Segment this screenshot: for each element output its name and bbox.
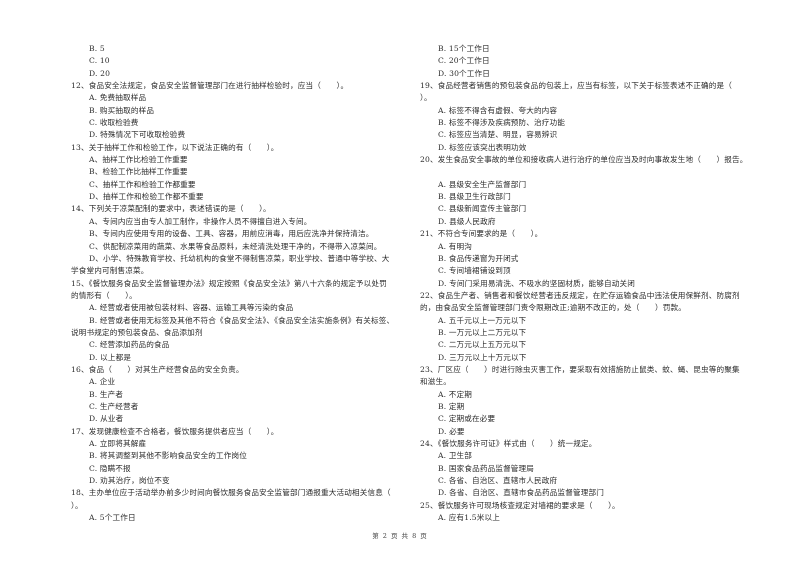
answer-option: D、小学、特殊教育学校、托幼机构的食堂不得制售凉菜，职业学校、普通中等学校、大	[89, 253, 390, 263]
answer-option: A. 有明沟	[438, 241, 472, 251]
question-continuation: 的，由食品安全监督管理部门责令限期改正;逾期不改正的，处（ ）罚款。	[420, 303, 686, 313]
answer-option: A. 卫生部	[438, 451, 472, 461]
answer-option: A. 立即将其解雇	[89, 439, 147, 448]
answer-option: B、检验工作比抽样工作重要	[89, 167, 188, 177]
answer-option: B. 县级卫生行政部门	[438, 192, 511, 202]
answer-option: D、抽样工作和检验工作都不重要	[89, 192, 204, 202]
answer-option: D. 必要	[438, 426, 465, 436]
answer-option: C. 标签应当清楚、明显，容易辨识	[438, 130, 558, 140]
answer-option: B. 将其调整到其他不影响食品安全的工作岗位	[89, 451, 247, 461]
answer-option: B. 定期	[438, 401, 465, 411]
answer-option: C. 专间墙裙铺设到顶	[438, 266, 511, 276]
answer-option: C. 各省、自治区、直辖市人民政府	[438, 476, 558, 486]
answer-option: D. 特殊情况下可收取检验费	[89, 130, 186, 140]
answer-option: D. 县级人民政府	[438, 216, 496, 226]
answer-option: D. 各省、自治区、直辖市食品药品监督管理部门	[438, 488, 604, 498]
answer-option: D. 三万元以上十万元以下	[438, 352, 527, 362]
question-stem: 23、厂区应（ ）时进行除虫灭害工作，要采取有效措施防止鼠类、蚊、蝇、昆虫等的聚…	[420, 364, 740, 374]
question-stem: 24、《餐饮服务许可证》样式由（ ）统一规定。	[420, 439, 597, 448]
answer-option: D. 标签应该突出表明功效	[438, 142, 527, 152]
answer-option: D. 劝其治疗，岗位不变	[89, 476, 170, 486]
answer-option: C. 隐瞒不报	[89, 463, 131, 473]
answer-option: A. 5个工作日	[89, 513, 136, 523]
answer-option: B. 食品传递窗为开闭式	[438, 253, 519, 263]
question-stem: 22、食品生产者、销售者和餐饮经营者违反规定，在贮存运输食品中违法使用保鲜剂、防…	[420, 290, 740, 300]
answer-option: B. 一万元以上二万元以下	[438, 327, 527, 337]
answer-option: B. 生产者	[89, 389, 124, 399]
question-continuation: 说明书规定的预包装食品、食品添加剂	[71, 327, 203, 337]
answer-option: B. 购买抽取的样品	[89, 105, 155, 115]
answer-option: A. 免费抽取样品	[89, 93, 147, 103]
answer-option: D. 20	[89, 68, 111, 78]
question-continuation: 和滋生。	[420, 377, 451, 387]
answer-option: B. 标签不得涉及疾病预防、治疗功能	[438, 118, 566, 128]
answer-option: C. 10	[89, 56, 110, 66]
question-continuation: ）。	[420, 93, 432, 103]
question-continuation: ）。	[71, 500, 83, 510]
answer-option: A. 标签不得含有虚假、夸大的内容	[438, 105, 558, 115]
question-stem: 19、食品经营者销售的预包装食品的包装上，应当有标签，以下关于标签表述不正确的是…	[420, 81, 732, 91]
question-stem: 20、发生食品安全事故的单位和接收病人进行治疗的单位应当及时向事故发生地（ ）报…	[420, 155, 748, 165]
answer-option: D. 30个工作日	[438, 68, 491, 78]
answer-option: A. 经营或者使用被包装材料、容器、运输工具等污染的食品	[89, 303, 294, 313]
question-stem: 21、不符合专间要求的是（ ）。	[420, 229, 543, 239]
answer-option: A. 县级安全生产监督部门	[438, 179, 527, 189]
answer-option: A、专间内应当由专人加工制作，非操作人员不得擅自进入专间。	[89, 216, 312, 226]
question-continuation: 的情形有（ ）。	[71, 290, 137, 300]
answer-option: B、专间内应使用专用的设备、工具、容器，用前应消毒，用后应洗净并保持清洁。	[89, 229, 374, 239]
right-column: B. 15个工作日 C. 20个工作日 D. 30个工作日 19、食品经营者销售的预包…	[420, 43, 770, 524]
answer-option: D. 从业者	[89, 414, 124, 424]
answer-option: D. 以上都是	[89, 352, 132, 362]
answer-option: B. 经营或者使用无标签及其他不符合《食品安全法》、《食品安全法实施条例》有关标…	[89, 315, 395, 325]
answer-option: C. 收取检验费	[89, 118, 139, 128]
answer-option: A. 五千元以上一万元以下	[438, 315, 527, 325]
question-stem: 13、关于抽样工作和检验工作，以下说法正确的有（ ）。	[71, 142, 279, 152]
answer-option: C、供配制凉菜用的蔬菜、水果等食品原料，未经清洗处理干净的，不得带入凉菜间。	[89, 241, 382, 251]
answer-option: C. 生产经营者	[89, 401, 139, 411]
answer-option: D. 专间门采用易清洗、不吸水的坚固材质，能够自动关闭	[438, 278, 635, 288]
question-stem: 17、发现健康检查不合格者，餐饮服务提供者应当（ ）。	[71, 426, 279, 436]
page-footer: 第 2 页 共 8 页	[372, 532, 428, 540]
answer-option: B. 国家食品药品监督管理局	[438, 463, 535, 473]
question-stem: 15、《餐饮服务食品安全监督管理办法》规定按照《食品安全法》第八十六条的规定予以…	[71, 278, 387, 288]
answer-option: C. 20个工作日	[438, 56, 490, 66]
answer-option: C. 定期或在必要	[438, 414, 496, 424]
question-stem: 14、下列关于凉菜配制的要求中，表述错误的是（ ）。	[71, 204, 271, 214]
question-stem: 18、主办单位应于活动举办前多少时间向餐饮服务食品安全监管部门通报重大活动相关信…	[71, 488, 391, 498]
answer-option: B. 15个工作日	[438, 44, 490, 53]
question-stem: 12、食品安全法规定，食品安全监督管理部门在进行抽样检验时，应当（ ）。	[71, 81, 349, 91]
answer-option: A. 应有1.5米以上	[438, 513, 501, 523]
question-stem: 25、餐饮服务许可现场核查规定对墙裙的要求是（ ）。	[420, 500, 620, 510]
answer-option: A. 不定期	[438, 389, 472, 399]
answer-option: C. 经营添加药品的食品	[89, 340, 170, 350]
answer-option: A、抽样工作比检验工作重要	[89, 155, 188, 165]
answer-option: A. 企业	[89, 377, 116, 387]
answer-option: C. 二万元以上五万元以下	[438, 340, 527, 350]
question-continuation: 学食堂内可制售凉菜。	[71, 266, 149, 276]
answer-option: B. 5	[89, 44, 105, 53]
answer-option: C、抽样工作和检验工作都重要	[89, 179, 196, 189]
left-column: B. 5 C. 10 D. 20 12、食品安全法规定，食品安全监督管理部门在进行抽样…	[71, 43, 416, 524]
question-stem: 16、食品（ ）对其生产经营食品的安全负责。	[71, 364, 244, 374]
answer-option: C. 县级新闻宣传主管部门	[438, 204, 527, 214]
